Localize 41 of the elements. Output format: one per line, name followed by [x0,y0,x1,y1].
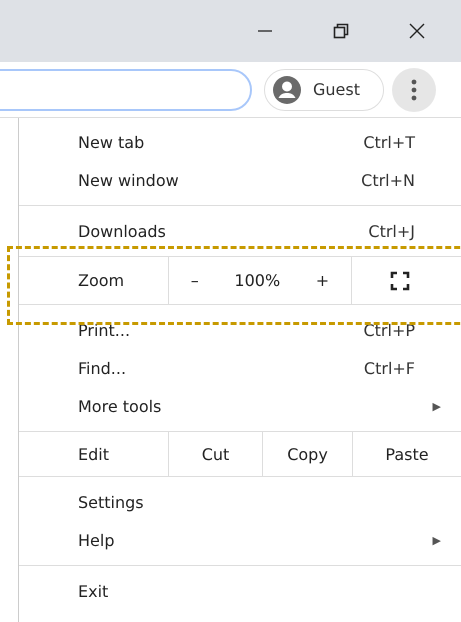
menu-item[interactable]: Help ▶ [19,521,461,559]
menu-item[interactable]: More tools ▶ [19,387,461,425]
submenu-arrow: ▶ [432,534,441,546]
profile-button[interactable]: Guest [264,68,384,110]
shortcut-text: Ctrl+N [361,170,415,190]
menu-item[interactable]: Print... Ctrl+P [19,311,461,349]
menu-label: Exit [78,582,108,600]
menu-label: More tools [78,396,162,416]
menu-item[interactable]: New tab Ctrl+T [19,123,461,161]
address-field[interactable] [0,68,252,110]
fullscreen-icon [390,270,410,290]
edit-action-button[interactable]: Paste [352,432,461,476]
edit-label: Edit [77,444,110,466]
menu-item[interactable]: Downloads Ctrl+J [19,212,461,250]
zoom-out-button[interactable]: – [182,267,207,294]
shortcut-text: Ctrl+P [363,320,415,340]
menu-button[interactable] [392,68,436,112]
menu-label: New tab [78,132,144,152]
zoom-label: Zoom [77,270,126,292]
menu-label: Downloads [78,222,166,240]
menu-label: New window [78,170,179,190]
edit-action-button[interactable]: Cut [168,432,262,476]
submenu-arrow: ▶ [432,400,441,412]
menu-item[interactable]: Exit [19,572,461,610]
zoom-in-button[interactable]: + [308,267,338,294]
shortcut-text: Ctrl+F [364,358,415,378]
edit-action-button[interactable]: Copy [262,432,352,476]
menu-item[interactable]: Find... Ctrl+F [19,349,461,387]
menu-label: Settings [78,492,144,512]
shortcut-text: Ctrl+T [363,132,415,152]
menu-label: Find... [78,358,126,378]
restore-icon[interactable] [333,23,349,39]
menu-item[interactable]: Settings [19,483,461,521]
menu-label: Help [78,530,114,550]
shortcut-text: Ctrl+J [368,222,415,240]
menu-label: Print... [78,320,130,340]
menu-icon [411,78,417,100]
avatar-icon [273,76,301,104]
close-icon[interactable] [409,23,425,39]
zoom-value: 100% [234,271,280,290]
menu-item[interactable]: New window Ctrl+N [19,161,461,199]
